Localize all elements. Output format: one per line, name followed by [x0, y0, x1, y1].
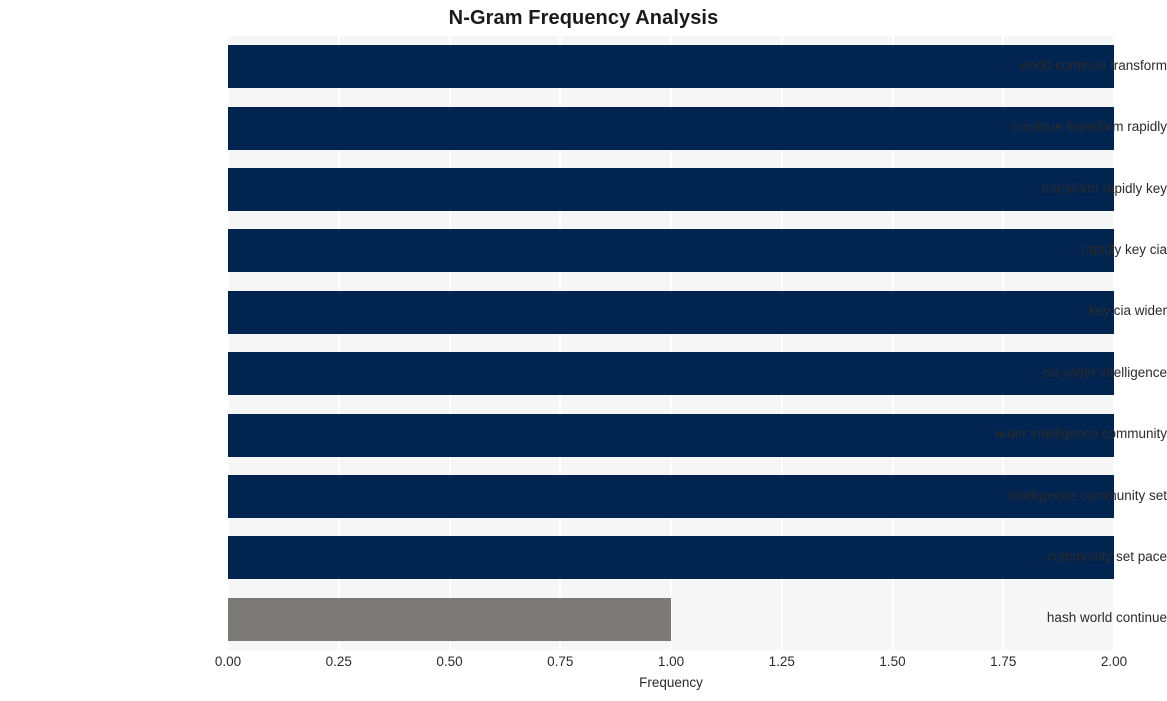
x-axis-tick-label: 1.75 [990, 654, 1017, 669]
chart-title: N-Gram Frequency Analysis [448, 7, 719, 29]
y-axis-tick-label: world continue transform [1019, 57, 1167, 73]
y-axis-tick-label: community set pace [1046, 548, 1167, 564]
y-axis-tick-label: rapidly key cia [1081, 241, 1167, 257]
y-axis-tick-label: continue transform rapidly [1011, 119, 1167, 135]
x-axis-tick-label: 0.75 [547, 654, 574, 669]
y-axis-tick-label: wider intelligence community [994, 426, 1167, 442]
x-axis-label: Frequency [639, 675, 703, 690]
x-axis-tick-label: 0.50 [436, 654, 463, 669]
x-axis-tick-label: 0.25 [325, 654, 352, 669]
y-axis-tick-label: cia wider intelligence [1042, 364, 1167, 380]
y-axis-tick-label: hash world continue [1046, 610, 1167, 626]
x-axis-tick-label: 0.00 [214, 654, 242, 669]
chart-figure: N-Gram Frequency Analysis world continue… [0, 0, 1167, 701]
x-axis-tick-label: 1.00 [657, 654, 685, 669]
y-axis-tick-label: key cia wider [1088, 303, 1167, 319]
y-axis-tick-label: intelligence community set [1008, 487, 1167, 503]
x-axis-tick-label: 1.25 [768, 654, 795, 669]
x-axis-tick-label: 1.50 [879, 654, 906, 669]
bar[interactable] [228, 597, 671, 641]
y-axis-tick-label: transform rapidly key [1041, 180, 1167, 196]
x-axis-tick-label: 2.00 [1100, 654, 1128, 669]
